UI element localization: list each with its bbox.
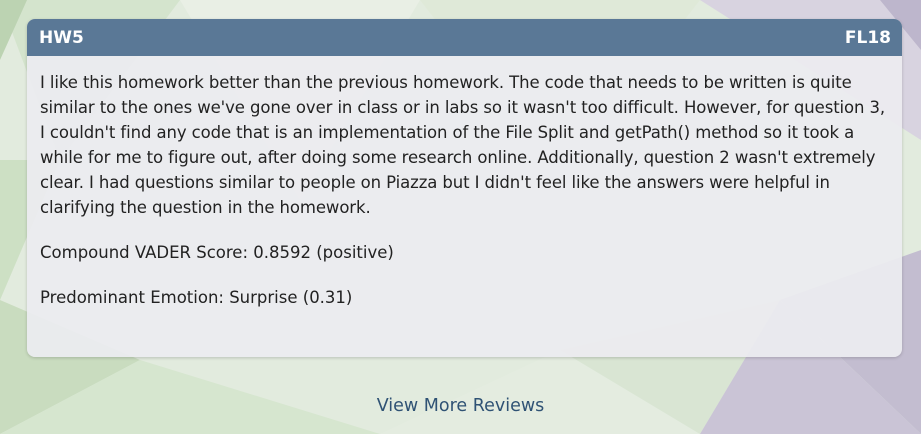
card-body: I like this homework better than the pre… — [27, 56, 902, 310]
term-badge: FL18 — [844, 27, 891, 48]
predominant-emotion: Predominant Emotion: Surprise (0.31) — [40, 288, 353, 307]
review-card: HW5 FL18 I like this homework better tha… — [27, 19, 902, 357]
vader-score: Compound VADER Score: 0.8592 (positive) — [40, 243, 394, 262]
card-header: HW5 FL18 — [27, 19, 902, 56]
assignment-title: HW5 — [39, 27, 84, 48]
view-more-reviews-link[interactable]: View More Reviews — [0, 396, 921, 416]
review-text: I like this homework better than the pre… — [40, 73, 886, 217]
